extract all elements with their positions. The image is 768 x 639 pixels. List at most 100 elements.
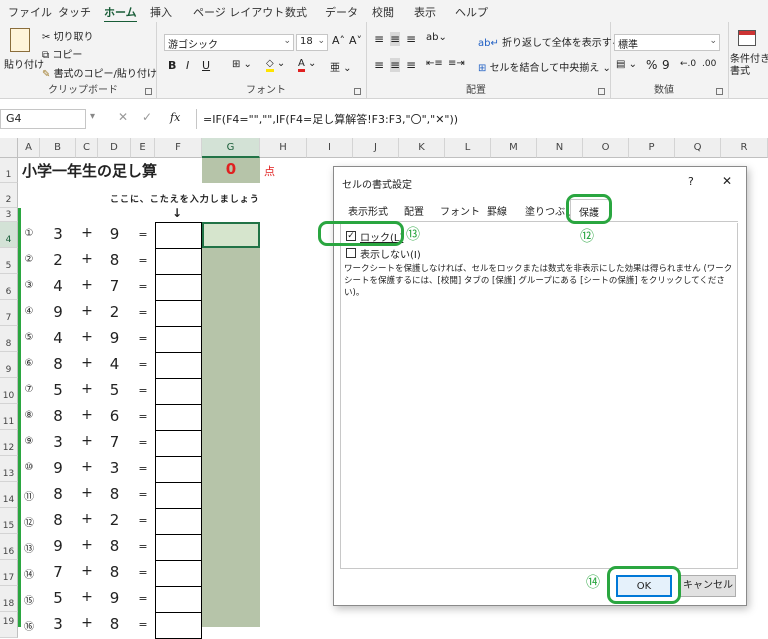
column-header-j[interactable]: J bbox=[353, 138, 399, 158]
column-header-f[interactable]: F bbox=[155, 138, 202, 158]
selected-cell-g4[interactable] bbox=[202, 222, 260, 248]
dialog-tab-border[interactable]: 罫線 bbox=[487, 203, 507, 218]
select-all-corner[interactable] bbox=[0, 138, 18, 158]
column-header-a[interactable]: A bbox=[18, 138, 40, 158]
column-header-c[interactable]: C bbox=[76, 138, 98, 158]
align-top-icon[interactable]: ≡ bbox=[374, 32, 384, 46]
decrease-decimal-icon[interactable]: .00 bbox=[702, 59, 716, 69]
insert-function-icon[interactable]: fx bbox=[170, 111, 180, 124]
number-format-select[interactable]: 標準 ⌄ bbox=[614, 34, 720, 51]
answer-input-cell[interactable] bbox=[155, 300, 202, 327]
answer-input-cell[interactable] bbox=[155, 508, 202, 535]
tab-data[interactable]: データ bbox=[325, 4, 358, 20]
column-header-d[interactable]: D bbox=[98, 138, 131, 158]
cancel-button[interactable]: キャンセル bbox=[680, 575, 736, 597]
answer-input-cell[interactable] bbox=[155, 534, 202, 561]
answer-input-cell[interactable] bbox=[155, 378, 202, 405]
name-box[interactable]: G4 bbox=[0, 109, 86, 129]
answer-input-cell[interactable] bbox=[155, 430, 202, 457]
align-right-icon[interactable]: ≡ bbox=[406, 58, 416, 72]
tab-view[interactable]: 表示 bbox=[414, 4, 436, 20]
currency-icon[interactable]: ▤ ⌄ bbox=[616, 59, 637, 70]
row-header-1[interactable]: 1 bbox=[0, 158, 18, 183]
align-bottom-icon[interactable]: ≡ bbox=[406, 32, 416, 46]
increase-indent-icon[interactable]: ≡⇥ bbox=[448, 58, 465, 69]
row-header-7[interactable]: 7 bbox=[0, 300, 18, 326]
bold-button[interactable]: B bbox=[168, 59, 176, 72]
help-icon[interactable]: ? bbox=[688, 175, 694, 188]
alignment-launcher-icon[interactable] bbox=[598, 88, 605, 95]
answer-input-cell[interactable] bbox=[155, 482, 202, 509]
dialog-tab-font[interactable]: フォント bbox=[440, 203, 480, 218]
conditional-format-button[interactable]: 条件付き書式 bbox=[730, 54, 768, 78]
row-header-19[interactable]: 19 bbox=[0, 612, 18, 638]
copy-button[interactable]: ⧉ コピー bbox=[42, 46, 82, 61]
italic-button[interactable]: I bbox=[186, 59, 189, 72]
column-header-i[interactable]: I bbox=[307, 138, 353, 158]
decrease-font-icon[interactable]: A˅ bbox=[349, 34, 362, 47]
conditional-format-icon[interactable] bbox=[738, 30, 756, 46]
row-header-5[interactable]: 5 bbox=[0, 248, 18, 274]
border-icon[interactable]: ⊞ ⌄ bbox=[232, 59, 252, 70]
answer-input-cell[interactable] bbox=[155, 274, 202, 301]
align-middle-icon[interactable]: ≡ bbox=[390, 32, 401, 46]
format-painter-button[interactable]: ✎ 書式のコピー/貼り付け bbox=[42, 65, 157, 80]
align-left-icon[interactable]: ≡ bbox=[374, 58, 384, 72]
fill-color-icon[interactable]: ◇ ⌄ bbox=[266, 58, 285, 72]
row-header-17[interactable]: 17 bbox=[0, 560, 18, 586]
row-header-3[interactable]: 3 bbox=[0, 208, 18, 222]
row-header-8[interactable]: 8 bbox=[0, 326, 18, 352]
column-header-l[interactable]: L bbox=[445, 138, 491, 158]
answer-input-cell[interactable] bbox=[155, 586, 202, 613]
row-header-6[interactable]: 6 bbox=[0, 274, 18, 300]
column-header-n[interactable]: N bbox=[537, 138, 583, 158]
row-header-16[interactable]: 16 bbox=[0, 534, 18, 560]
orientation-icon[interactable]: ab⌄ bbox=[426, 32, 447, 43]
percent-button[interactable]: % bbox=[646, 58, 657, 72]
row-header-12[interactable]: 12 bbox=[0, 430, 18, 456]
increase-font-icon[interactable]: A˄ bbox=[332, 34, 345, 47]
tab-touch[interactable]: タッチ bbox=[58, 4, 91, 20]
merge-center-button[interactable]: ⊞ セルを結合して中央揃え ⌄ bbox=[478, 59, 611, 74]
column-header-b[interactable]: B bbox=[40, 138, 76, 158]
column-header-m[interactable]: M bbox=[491, 138, 537, 158]
row-header-10[interactable]: 10 bbox=[0, 378, 18, 404]
phonetic-icon[interactable]: 亜 ⌄ bbox=[330, 59, 352, 74]
row-header-13[interactable]: 13 bbox=[0, 456, 18, 482]
tab-file[interactable]: ファイル bbox=[8, 4, 52, 20]
row-header-18[interactable]: 18 bbox=[0, 586, 18, 612]
answer-input-cell[interactable] bbox=[155, 560, 202, 587]
row-header-11[interactable]: 11 bbox=[0, 404, 18, 430]
font-size-select[interactable]: 18 ⌄ bbox=[296, 34, 328, 51]
comma-button[interactable]: 9 bbox=[662, 58, 670, 72]
row-header-9[interactable]: 9 bbox=[0, 352, 18, 378]
tab-page-layout[interactable]: ページ レイアウト bbox=[193, 4, 284, 20]
cut-button[interactable]: ✂ 切り取り bbox=[42, 28, 94, 43]
cancel-icon[interactable]: ✕ bbox=[118, 110, 128, 124]
decrease-indent-icon[interactable]: ⇤≡ bbox=[426, 58, 443, 69]
row-header-4[interactable]: 4 bbox=[0, 222, 18, 248]
answer-input-cell[interactable] bbox=[155, 352, 202, 379]
tab-help[interactable]: ヘルプ bbox=[455, 4, 488, 20]
answer-input-cell[interactable] bbox=[155, 248, 202, 275]
tab-insert[interactable]: 挿入 bbox=[150, 4, 172, 20]
column-header-h[interactable]: H bbox=[260, 138, 307, 158]
wrap-text-button[interactable]: ab↵ 折り返して全体を表示する bbox=[478, 34, 622, 49]
column-header-g[interactable]: G bbox=[202, 138, 260, 158]
name-box-dropdown-icon[interactable]: ▾ bbox=[90, 111, 95, 122]
underline-button[interactable]: U bbox=[202, 59, 210, 72]
column-header-k[interactable]: K bbox=[399, 138, 445, 158]
increase-decimal-icon[interactable]: ←.0 bbox=[680, 59, 696, 69]
clipboard-launcher-icon[interactable] bbox=[145, 88, 152, 95]
paste-button[interactable]: 貼り付け bbox=[4, 56, 44, 71]
formula-input[interactable]: =IF(F4="","",IF(F4=足し算解答!F3:F3,"〇","✕")) bbox=[196, 109, 768, 129]
row-header-14[interactable]: 14 bbox=[0, 482, 18, 508]
dialog-tab-number[interactable]: 表示形式 bbox=[348, 203, 388, 218]
column-header-e[interactable]: E bbox=[131, 138, 155, 158]
answer-input-cell[interactable] bbox=[155, 404, 202, 431]
column-header-p[interactable]: P bbox=[629, 138, 675, 158]
answer-input-cell[interactable] bbox=[155, 456, 202, 483]
column-header-r[interactable]: R bbox=[721, 138, 768, 158]
answer-input-cell[interactable] bbox=[155, 222, 202, 249]
font-color-icon[interactable]: A ⌄ bbox=[298, 58, 316, 72]
